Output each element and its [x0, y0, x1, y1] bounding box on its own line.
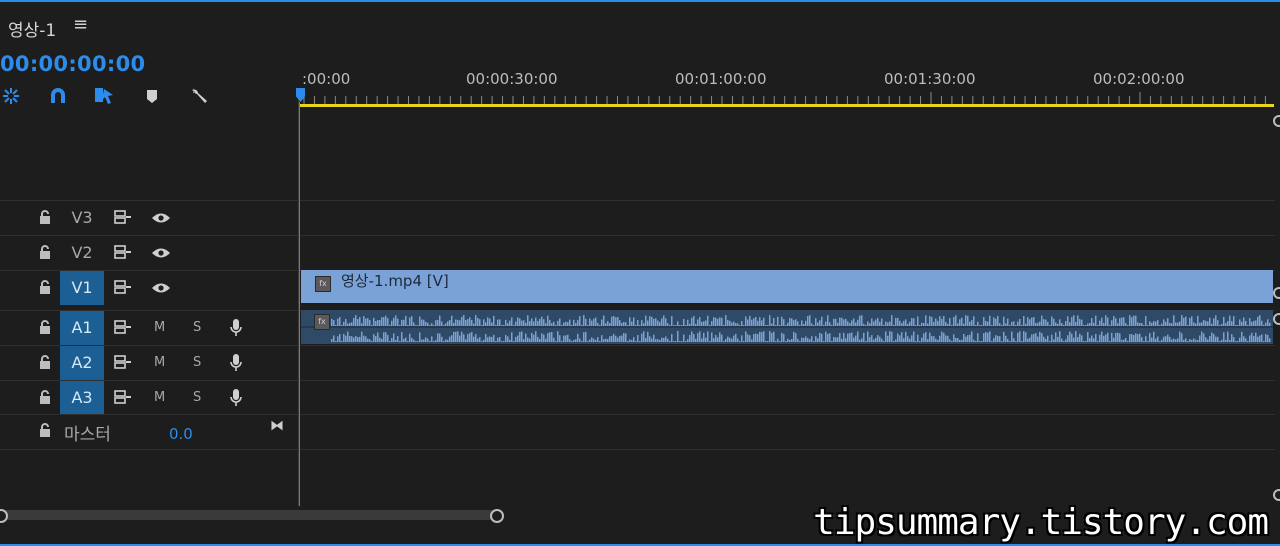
sync-lock-icon[interactable] — [114, 320, 132, 334]
ruler-ticks — [303, 92, 1266, 104]
add-marker-icon[interactable] — [139, 83, 165, 109]
mute-button[interactable]: M — [154, 346, 165, 380]
track-row-v2[interactable]: V2 — [0, 235, 1275, 270]
scrollbar-right-handle[interactable] — [490, 509, 504, 523]
vertical-scroll-knob[interactable] — [1273, 489, 1280, 501]
settings-wrench-icon[interactable] — [186, 83, 212, 109]
sequence-tab[interactable]: 영상-1 — [8, 16, 56, 41]
lock-icon[interactable] — [38, 244, 52, 260]
vertical-scroll-knob[interactable] — [1273, 313, 1280, 325]
track-name-a3[interactable]: A3 — [60, 381, 104, 415]
playhead-timecode[interactable]: 00:00:00:00 — [0, 52, 145, 76]
mute-button[interactable]: M — [154, 311, 165, 345]
lock-icon[interactable] — [38, 279, 52, 295]
scrollbar-thumb[interactable] — [0, 510, 496, 520]
ruler-label: 00:00:30:00 — [466, 70, 558, 88]
snap-magnet-icon[interactable] — [45, 83, 71, 109]
mute-button[interactable]: M — [154, 381, 165, 415]
microphone-icon[interactable] — [229, 388, 243, 408]
fx-badge-icon: fx — [314, 314, 330, 330]
playhead-line[interactable] — [299, 102, 300, 506]
video-clip-label: 영상-1.mp4 [V] — [341, 272, 449, 290]
lock-icon[interactable] — [38, 354, 52, 370]
track-name-v2[interactable]: V2 — [60, 236, 104, 270]
microphone-icon[interactable] — [229, 353, 243, 373]
video-clip[interactable]: fx 영상-1.mp4 [V] — [301, 270, 1273, 303]
track-name-a1[interactable]: A1 — [60, 311, 104, 345]
sync-lock-icon[interactable] — [114, 390, 132, 404]
eye-icon[interactable] — [151, 282, 171, 294]
ruler-label: 00:02:00:00 — [1093, 70, 1185, 88]
solo-button[interactable]: S — [193, 311, 201, 345]
audio-clip[interactable] — [301, 310, 1273, 344]
track-name-v1[interactable]: V1 — [60, 271, 104, 305]
sync-lock-icon[interactable] — [114, 355, 132, 369]
track-row-a3[interactable]: A3 M S — [0, 380, 1275, 415]
ruler-label: 00:01:30:00 — [884, 70, 976, 88]
nest-insert-icon[interactable] — [0, 83, 24, 109]
track-name-a2[interactable]: A2 — [60, 346, 104, 380]
lock-icon[interactable] — [38, 319, 52, 335]
ruler-label: :00:00 — [302, 70, 351, 88]
ruler-label: 00:01:00:00 — [675, 70, 767, 88]
track-row-a2[interactable]: A2 M S — [0, 345, 1275, 380]
solo-button[interactable]: S — [193, 381, 201, 415]
track-name-v3[interactable]: V3 — [60, 201, 104, 235]
vertical-scroll-knob[interactable] — [1273, 287, 1280, 299]
master-track-label: 마스터 — [64, 425, 111, 445]
master-volume-value[interactable]: 0.0 — [169, 425, 193, 443]
sync-lock-icon[interactable] — [114, 280, 132, 294]
watermark-text: tipsummary.tistory.com — [813, 502, 1269, 543]
go-to-in-out-icon[interactable]: ⧓ — [270, 418, 284, 434]
hamburger-menu-icon[interactable]: ≡ — [73, 14, 88, 35]
fx-badge-icon: fx — [315, 276, 331, 292]
eye-icon[interactable] — [151, 212, 171, 224]
audio-waveform — [301, 315, 1273, 342]
work-area-bar[interactable] — [300, 104, 1274, 107]
eye-icon[interactable] — [151, 247, 171, 259]
track-row-v3[interactable]: V3 — [0, 200, 1275, 235]
sync-lock-icon[interactable] — [114, 245, 132, 259]
linked-selection-icon[interactable] — [91, 83, 117, 109]
lock-icon[interactable] — [38, 209, 52, 225]
solo-button[interactable]: S — [193, 346, 201, 380]
lock-icon[interactable] — [38, 422, 52, 438]
lock-icon[interactable] — [38, 389, 52, 405]
microphone-icon[interactable] — [229, 318, 243, 338]
vertical-scroll-knob[interactable] — [1273, 115, 1280, 127]
sync-lock-icon[interactable] — [114, 210, 132, 224]
